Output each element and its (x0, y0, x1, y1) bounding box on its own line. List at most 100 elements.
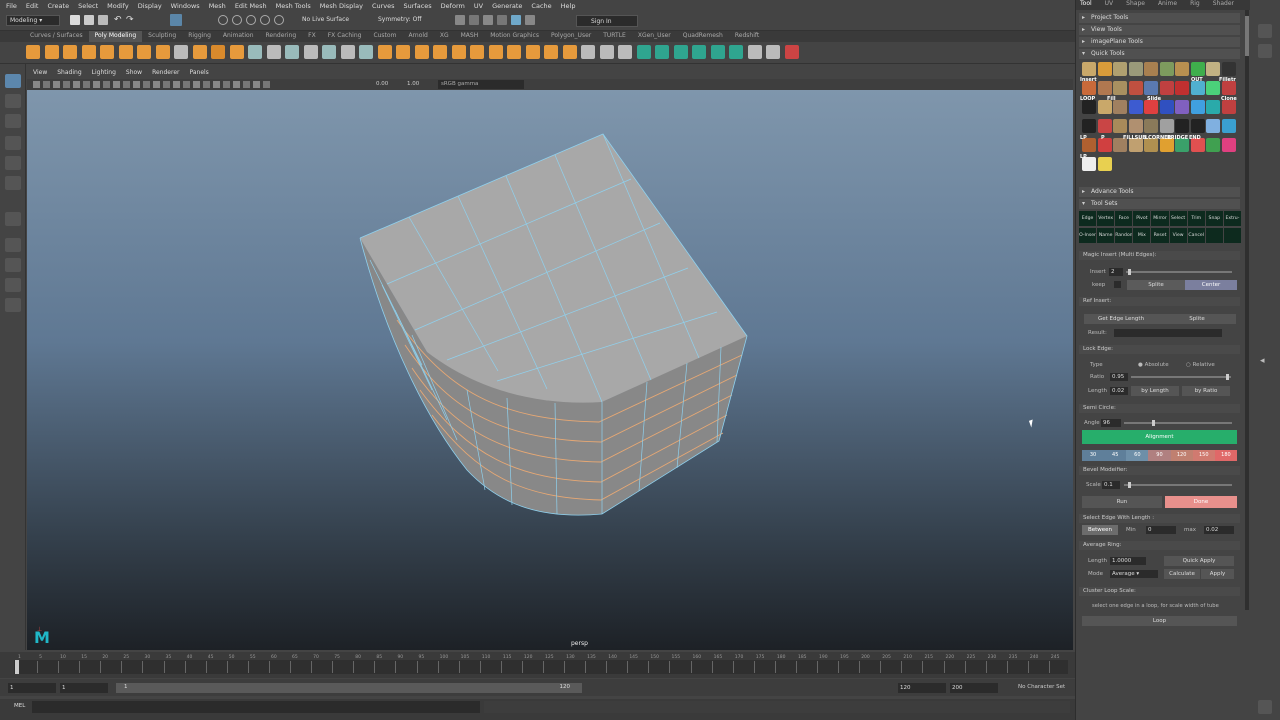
shadows-icon[interactable] (173, 81, 180, 88)
angle-preset-button[interactable]: 30 (1082, 450, 1105, 461)
shelf-multicut-icon[interactable] (451, 45, 466, 59)
toolset-button[interactable]: O-Inser (1079, 228, 1097, 243)
section-view-tools[interactable]: View Tools (1079, 25, 1240, 35)
mel-input[interactable] (32, 701, 480, 713)
shelf-booleans-icon[interactable] (266, 45, 281, 59)
save-scene-icon[interactable] (98, 15, 108, 25)
toolset-button[interactable]: View (1169, 228, 1187, 243)
quick-globe-icon[interactable] (1221, 119, 1236, 133)
quick-cube-b-icon[interactable] (1128, 119, 1143, 133)
xray-joints-icon[interactable] (243, 81, 250, 88)
field-chart-icon[interactable] (113, 81, 120, 88)
result-field[interactable] (1114, 329, 1222, 337)
motion-blur-icon[interactable] (193, 81, 200, 88)
camera-select-icon[interactable] (33, 81, 40, 88)
toolset-button[interactable]: Snap (1205, 211, 1223, 226)
by-length-button[interactable]: by Length (1131, 386, 1179, 396)
ratio-field[interactable]: 0.95 (1110, 373, 1128, 381)
quick-ring-icon[interactable] (1206, 62, 1220, 76)
angle-preset-button[interactable]: 90 (1148, 450, 1171, 461)
sign-in-button[interactable]: Sign In (576, 15, 638, 27)
resolution-gate-icon[interactable] (93, 81, 100, 88)
hypershade-icon[interactable] (511, 15, 521, 25)
shelf-insert-loop-icon[interactable] (544, 45, 558, 59)
paint-select-icon[interactable] (5, 114, 21, 128)
shelf-lattice-icon[interactable] (747, 45, 762, 59)
shelf-tab[interactable]: XGen_User (632, 31, 677, 42)
scale-slider[interactable] (1124, 484, 1232, 486)
quick-magnet-icon[interactable] (1175, 81, 1189, 95)
shelf-tab[interactable]: Poly Modeling (88, 31, 143, 42)
rotate-tool-icon[interactable] (5, 156, 21, 170)
wireframe-icon[interactable] (133, 81, 140, 88)
panel-menu-show[interactable]: Show (126, 69, 142, 79)
character-set[interactable]: No Character Set (1018, 684, 1065, 690)
toolset-button[interactable]: Trim (1187, 211, 1205, 226)
angle-preset-button[interactable]: 150 (1192, 450, 1215, 461)
shelf-platonic-icon[interactable] (155, 45, 170, 59)
anim-end-field[interactable]: 200 (950, 683, 998, 693)
select-by-component-icon[interactable] (170, 14, 182, 26)
shelf-disc-icon[interactable] (137, 45, 151, 59)
quick-bridge-b-icon[interactable] (1128, 62, 1143, 76)
shelf-retopo-icon[interactable] (636, 45, 651, 59)
quick-ruler-icon[interactable] (1097, 157, 1112, 171)
menu-curves[interactable]: Curves (372, 2, 395, 10)
shelf-cone-icon[interactable] (81, 45, 96, 59)
toolset-button[interactable]: Pivot (1133, 211, 1151, 226)
toolset-button[interactable]: Vertex (1097, 211, 1115, 226)
gate-mask-icon[interactable] (103, 81, 110, 88)
depth-of-field-icon[interactable] (213, 81, 220, 88)
shelf-tab[interactable]: Rigging (182, 31, 217, 42)
shelf-torus-icon[interactable] (100, 45, 114, 59)
shelf-tab[interactable]: Rendering (260, 31, 303, 42)
quick-snowflake-icon[interactable] (1190, 81, 1205, 95)
quick-green-blob-icon[interactable] (1206, 138, 1220, 152)
angle-slider-knob[interactable] (1152, 420, 1155, 426)
section-project-tools[interactable]: Project Tools (1079, 13, 1240, 23)
shelf-reduce-icon[interactable] (303, 45, 318, 59)
toolset-button[interactable]: Select (1169, 211, 1187, 226)
shelf-tab[interactable]: TURTLE (597, 31, 632, 42)
shelf-tab[interactable]: Sculpting (142, 31, 182, 42)
menu-mesh-display[interactable]: Mesh Display (320, 2, 363, 10)
tool-panel-tab[interactable]: Tool (1080, 0, 1092, 10)
tool-panel-tab[interactable]: UV (1105, 0, 1114, 10)
graph-view-icon[interactable] (5, 298, 21, 312)
shelf-tab[interactable]: FX Caching (322, 31, 368, 42)
shelf-chamfer-icon[interactable] (581, 45, 595, 59)
panel-menu-renderer[interactable]: Renderer (152, 69, 179, 79)
current-time-marker[interactable] (15, 660, 19, 674)
isolate-select-icon[interactable] (223, 81, 230, 88)
shelf-fill-hole-icon[interactable] (414, 45, 429, 59)
render-settings-icon[interactable] (497, 15, 507, 25)
image-plane-icon[interactable] (63, 81, 70, 88)
tool-panel-scrollbar-thumb[interactable] (1245, 16, 1249, 56)
quick-clone-icon[interactable] (1206, 81, 1220, 95)
redo-icon[interactable]: ↷ (126, 15, 136, 25)
shelf-merge-icon[interactable] (340, 45, 355, 59)
done-button[interactable]: Done (1165, 496, 1237, 508)
ipr-render-icon[interactable] (483, 15, 493, 25)
menu-surfaces[interactable]: Surfaces (404, 2, 432, 10)
toolset-button[interactable]: Name (1097, 228, 1115, 243)
exposure-value[interactable]: 0.00 (376, 81, 388, 87)
center-button[interactable]: Center (1185, 280, 1237, 290)
shelf-bevel-icon[interactable] (359, 45, 373, 59)
snap-surface-icon[interactable] (274, 15, 284, 25)
ratio-slider-knob[interactable] (1226, 374, 1229, 380)
menu-edit-mesh[interactable]: Edit Mesh (235, 2, 267, 10)
shelf-type-icon[interactable] (174, 45, 188, 59)
shelf-quad-draw-icon[interactable] (525, 45, 540, 59)
shelf-mirror-icon[interactable] (322, 45, 336, 59)
section-tool-sets[interactable]: Tool Sets (1079, 199, 1240, 209)
last-tool-icon[interactable] (5, 212, 21, 226)
expand-panel-icon[interactable]: ◂ (1260, 356, 1270, 366)
quick-dot-a-icon[interactable] (1175, 119, 1189, 133)
quick-lcorner-icon[interactable] (1128, 100, 1143, 114)
by-ratio-button[interactable]: by Ratio (1182, 386, 1230, 396)
range-bar[interactable]: 1 120 (116, 683, 582, 693)
shelf-flare-icon[interactable] (692, 45, 706, 59)
gamma-value[interactable]: 1.00 (407, 81, 419, 87)
shelf-cluster-icon[interactable] (766, 45, 780, 59)
